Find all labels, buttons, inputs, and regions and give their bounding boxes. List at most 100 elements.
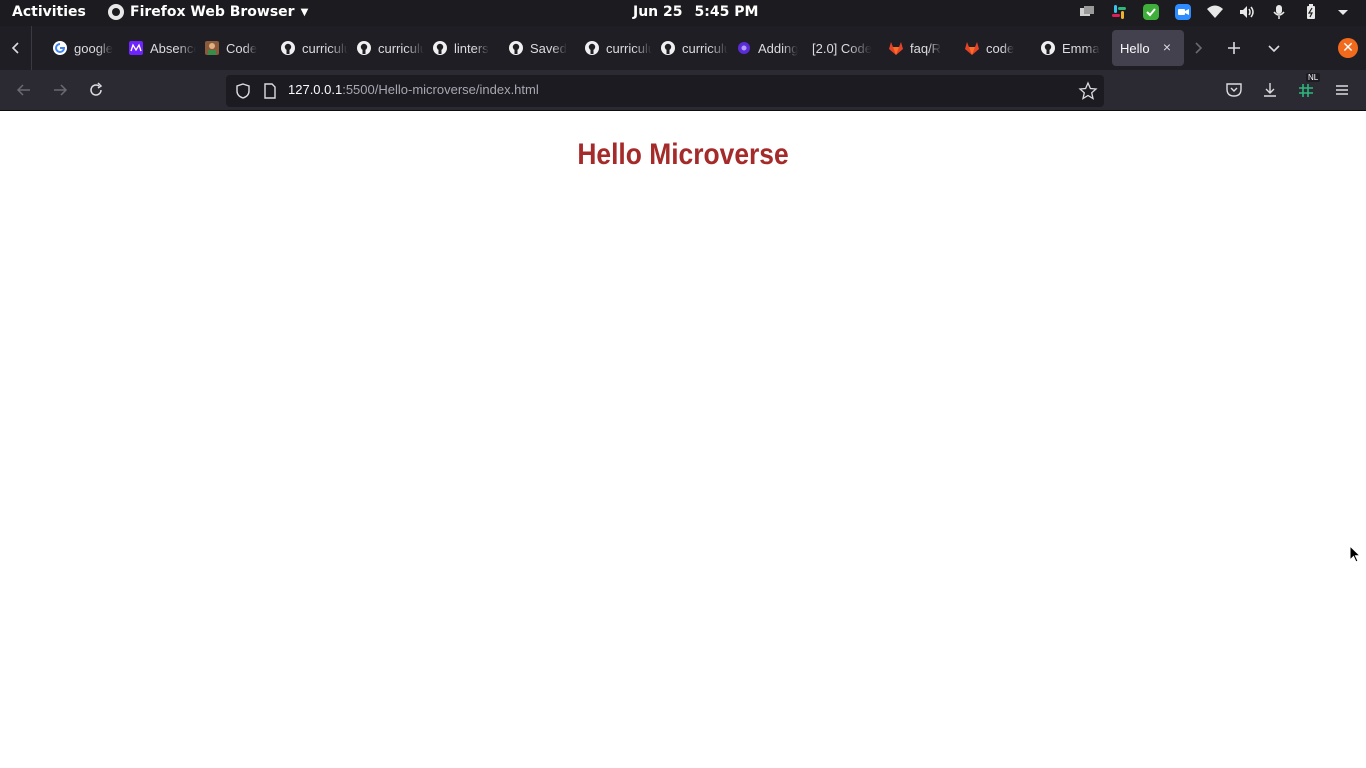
extension-grid-icon <box>1299 84 1313 97</box>
clock[interactable]: Jun 25 5:45 PM <box>633 4 758 20</box>
caret-down-icon: ▼ <box>300 6 309 18</box>
new-tab-button[interactable] <box>1216 26 1252 70</box>
purple-dot-icon <box>736 40 752 56</box>
tab[interactable]: code <box>956 30 1032 66</box>
chevron-down-icon <box>1268 45 1280 53</box>
tab-label: Adding <box>758 40 799 56</box>
extension-button[interactable]: NL <box>1292 73 1321 104</box>
app-menu[interactable]: Firefox Web Browser ▼ <box>108 4 308 20</box>
tab-active[interactable]: Hello × <box>1112 30 1184 66</box>
clock-date: Jun 25 <box>633 4 683 20</box>
back-button[interactable] <box>10 76 38 104</box>
bookmark-star-icon[interactable] <box>1078 81 1098 105</box>
volume-icon[interactable] <box>1238 3 1256 21</box>
shield-check-icon[interactable] <box>1142 3 1160 21</box>
slack-icon[interactable] <box>1110 3 1128 21</box>
arrow-right-icon <box>54 84 68 96</box>
tab[interactable]: curriculum <box>652 30 728 66</box>
github-icon <box>508 40 524 56</box>
tab-label: Hello <box>1120 40 1150 56</box>
window-close-button[interactable]: ✕ <box>1338 38 1358 58</box>
github-icon <box>660 40 676 56</box>
url-host: 127.0.0.1 <box>288 82 343 97</box>
firefox-icon <box>108 4 124 20</box>
url-text[interactable]: 127.0.0.1:5500/Hello-microverse/index.ht… <box>288 82 539 97</box>
app-menu-button[interactable] <box>1328 76 1356 104</box>
tab-label: Code <box>226 40 258 56</box>
tab-list: google Absences Code curriculum curriculum li… <box>44 30 1184 66</box>
system-top-bar: Activities Firefox Web Browser ▼ Jun 25 … <box>0 0 1366 26</box>
tab[interactable]: Absences <box>120 30 196 66</box>
tab-label: google <box>74 40 114 56</box>
tab-label: linters <box>454 40 489 56</box>
app-menu-label: Firefox Web Browser <box>130 4 295 20</box>
github-icon <box>584 40 600 56</box>
list-all-tabs-button[interactable] <box>1256 26 1292 70</box>
github-icon <box>356 40 372 56</box>
tab[interactable]: curriculum <box>348 30 424 66</box>
tab-close-icon[interactable]: × <box>1160 40 1174 54</box>
pocket-button[interactable] <box>1220 76 1248 104</box>
tab[interactable]: faq/R <box>880 30 956 66</box>
wifi-icon[interactable] <box>1206 3 1224 21</box>
tab[interactable]: [2.0] Code <box>804 30 880 66</box>
tab[interactable]: Saved <box>500 30 576 66</box>
microphone-icon[interactable] <box>1270 3 1288 21</box>
chevron-left-icon <box>11 42 19 54</box>
url-path: :5500/Hello-microverse/index.html <box>342 82 539 97</box>
tab-label: curriculum <box>302 40 348 56</box>
tab[interactable]: curriculum <box>576 30 652 66</box>
tab[interactable]: linters <box>424 30 500 66</box>
download-icon <box>1264 83 1276 97</box>
tab-label: Saved <box>530 40 567 56</box>
tab-label: curriculum <box>378 40 424 56</box>
reload-button[interactable] <box>82 76 110 104</box>
tab-label: curriculum <box>682 40 728 56</box>
close-icon: ✕ <box>1342 40 1354 56</box>
tracking-protection-icon[interactable] <box>234 82 252 104</box>
tab-scroll-left-button[interactable] <box>0 26 32 70</box>
activities-button[interactable]: Activities <box>12 4 86 20</box>
chevron-right-icon <box>1195 42 1203 54</box>
pocket-icon <box>1226 83 1242 97</box>
clock-time: 5:45 PM <box>694 4 759 20</box>
page-info-icon[interactable] <box>262 82 278 104</box>
arrow-left-icon <box>16 84 30 96</box>
hamburger-menu-icon <box>1336 85 1348 95</box>
extension-badge: NL <box>1306 73 1321 82</box>
tab-label: faq/R <box>910 40 942 56</box>
microverse-icon <box>128 40 144 56</box>
tab-label: curriculum <box>606 40 652 56</box>
avatar-icon <box>204 40 220 56</box>
screens-icon[interactable] <box>1078 3 1096 21</box>
tab-scroll-right-button[interactable] <box>1180 26 1216 70</box>
page-content: Hello Microverse <box>0 112 1366 768</box>
downloads-button[interactable] <box>1256 76 1284 104</box>
page-heading: Hello Microverse <box>577 138 789 171</box>
tab-label: code <box>986 40 1015 56</box>
mouse-cursor-icon <box>1349 545 1361 563</box>
tab-label: Absences <box>150 40 196 56</box>
tab[interactable]: Code <box>196 30 272 66</box>
gitlab-icon <box>888 40 904 56</box>
tab-label: [2.0] Code <box>812 40 872 56</box>
navigation-toolbar: 127.0.0.1:5500/Hello-microverse/index.ht… <box>0 70 1366 111</box>
reload-icon <box>90 82 103 96</box>
tab[interactable]: google <box>44 30 120 66</box>
github-icon <box>432 40 448 56</box>
system-tray <box>1078 3 1352 21</box>
tab-strip: google Absences Code curriculum curriculum li… <box>0 26 1366 70</box>
plus-icon <box>1228 42 1240 54</box>
system-menu-caret-icon[interactable] <box>1334 3 1352 21</box>
forward-button[interactable] <box>46 76 74 104</box>
google-icon <box>52 40 68 56</box>
tab[interactable]: curriculum <box>272 30 348 66</box>
url-bar[interactable]: 127.0.0.1:5500/Hello-microverse/index.ht… <box>226 75 1104 107</box>
zoom-icon[interactable] <box>1174 3 1192 21</box>
github-icon <box>1040 40 1056 56</box>
tab[interactable]: Adding <box>728 30 804 66</box>
battery-icon[interactable] <box>1302 3 1320 21</box>
tab[interactable]: Emma <box>1032 30 1108 66</box>
github-icon <box>280 40 296 56</box>
tab-label: Emma <box>1062 40 1100 56</box>
